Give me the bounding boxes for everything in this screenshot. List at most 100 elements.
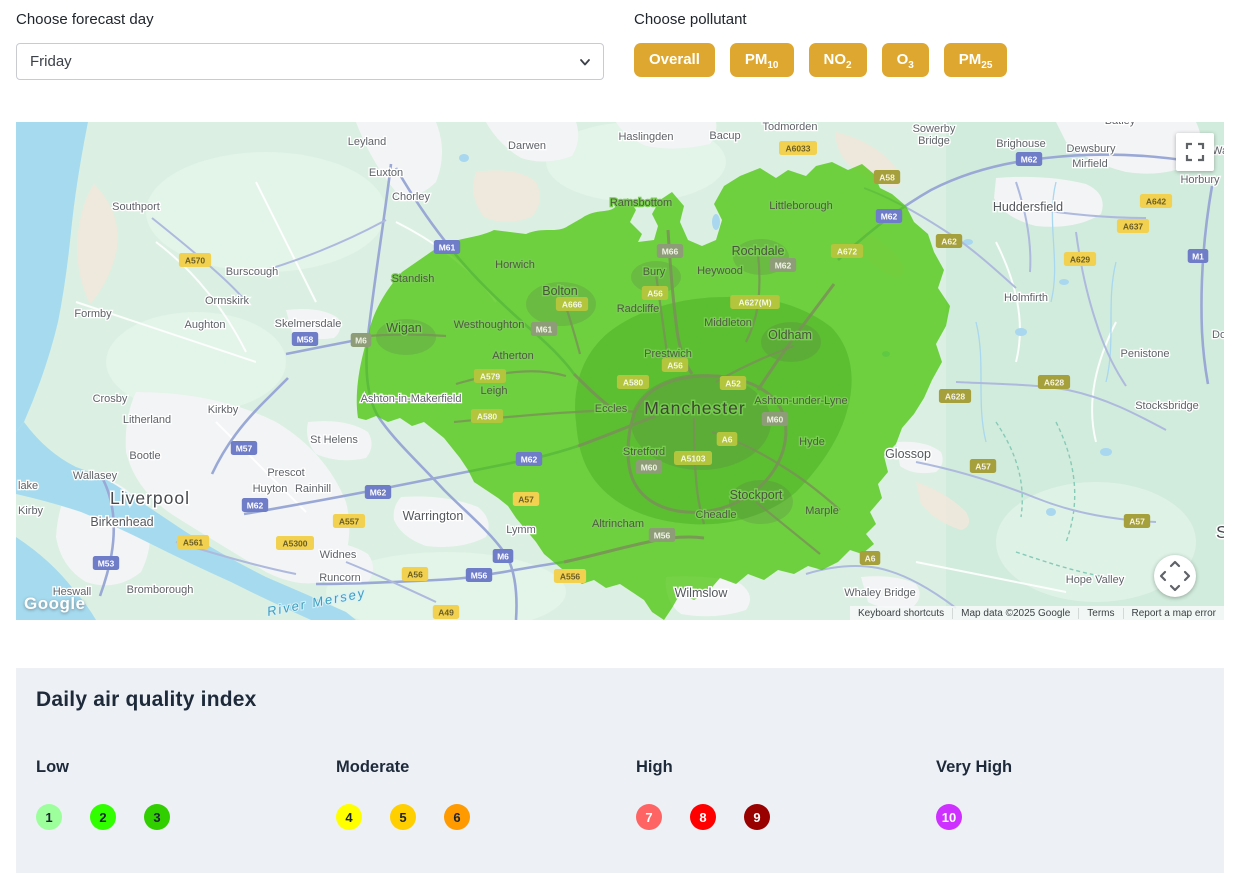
road-badge-label: M56 (654, 531, 671, 541)
road-badge-label: A557 (339, 517, 360, 527)
road-badge-label: A629 (1070, 255, 1091, 265)
road-badge-label: A52 (725, 379, 741, 389)
aqi-index-badge-3: 3 (144, 804, 170, 830)
map-town-label: Oldham (768, 328, 812, 342)
road-badge-label: M53 (98, 559, 115, 569)
pollutant-button-pm10[interactable]: PM10 (730, 43, 794, 77)
road-badge-label: A580 (623, 378, 644, 388)
pan-control[interactable] (1154, 555, 1196, 597)
map-town-label: Marple (805, 505, 839, 517)
road-badge-label: A6 (865, 554, 876, 564)
road-badge-label: A642 (1146, 197, 1167, 207)
map-town-label: Todmorden (762, 122, 817, 133)
fullscreen-button[interactable] (1176, 133, 1214, 171)
map-town-label: Dewsbury (1067, 143, 1116, 155)
map-town-label: Litherland (123, 414, 171, 426)
pollutant-button-o3[interactable]: O3 (882, 43, 929, 77)
map-town-label: Heywood (697, 265, 743, 277)
road-badge-label: A627(M) (738, 298, 771, 308)
road-badge-label: A637 (1123, 222, 1144, 232)
road-badge-label: A672 (837, 247, 858, 257)
pollutant-button-pm25[interactable]: PM25 (944, 43, 1008, 77)
aqi-group-high: High 789 (636, 758, 936, 830)
road-badge-label: A579 (480, 372, 501, 382)
pollutant-button-group: Overall PM10 NO2 O3 PM25 (634, 43, 1007, 77)
road-badge-label: A56 (407, 570, 423, 580)
map-town-label: Dodworth (1212, 329, 1224, 341)
map-town-label: Whaley Bridge (844, 587, 916, 599)
google-logo[interactable]: Google (24, 594, 86, 614)
aqi-index-badge-10: 10 (936, 804, 962, 830)
map-town-label: Leigh (481, 385, 508, 397)
map-town-label: Littleborough (769, 200, 833, 212)
map-town-label: St Helens (310, 434, 358, 446)
pollutant-button-overall[interactable]: Overall (634, 43, 715, 77)
aqi-index-badge-7: 7 (636, 804, 662, 830)
map-attribution: Keyboard shortcuts Map data ©2025 Google… (850, 606, 1224, 620)
terms-link[interactable]: Terms (1078, 608, 1122, 619)
road-badge-label: A57 (518, 495, 534, 505)
road-badge-label: M61 (536, 325, 553, 335)
map-town-label: Holmfirth (1004, 292, 1048, 304)
road-badge-label: A580 (477, 412, 498, 422)
map-town-label: Widnes (320, 549, 357, 561)
map-town-label: Rochdale (732, 244, 785, 258)
map-town-label: Bromborough (127, 584, 194, 596)
map-town-label: Formby (74, 308, 112, 320)
map-town-label: Batley (1105, 122, 1136, 127)
road-badge-label: M1 (1192, 252, 1204, 262)
map-town-label: Prescot (267, 467, 304, 479)
map-town-label: Leyland (348, 136, 387, 148)
road-badge-label: A666 (562, 300, 583, 310)
road-badge-label: A62 (941, 237, 957, 247)
road-badge-label: A556 (560, 572, 581, 582)
road-badge-label: A58 (879, 173, 895, 183)
map-town-label: Mirfield (1072, 158, 1107, 170)
road-badge-label: M56 (471, 571, 488, 581)
map-town-label: Hope Valley (1066, 574, 1125, 586)
report-map-error-link[interactable]: Report a map error (1123, 608, 1224, 619)
daily-air-quality-index-panel: Daily air quality index Low 123 Moderate… (16, 668, 1224, 873)
map-town-label: Wigan (386, 321, 421, 335)
road-badge-label: M62 (521, 455, 538, 465)
map-town-label: Euxton (369, 167, 403, 179)
pollutant-button-no2[interactable]: NO2 (809, 43, 867, 77)
road-badge-label: M62 (881, 212, 898, 222)
map-town-label: Penistone (1121, 348, 1170, 360)
road-badge-label: A561 (183, 538, 204, 548)
aqi-group-very-high: Very High 10 (936, 758, 1236, 830)
aqi-index-badge-5: 5 (390, 804, 416, 830)
map-town-label: Rainhill (295, 483, 331, 495)
map-town-label: Wallasey (73, 470, 118, 482)
keyboard-shortcuts-link[interactable]: Keyboard shortcuts (850, 608, 952, 619)
map-town-label: Bridge (918, 135, 950, 147)
map-town-label: Ramsbottom (610, 197, 672, 209)
road-badge-label: M60 (767, 415, 784, 425)
map-town-label: Liverpool (110, 488, 190, 508)
forecast-day-label: Choose forecast day (16, 11, 154, 28)
map-town-label: Crosby (93, 393, 128, 405)
road-badge-label: M6 (355, 336, 367, 346)
aqi-group-moderate: Moderate 456 (336, 758, 636, 830)
road-badge-label: M66 (662, 247, 679, 257)
aqi-index-badge-2: 2 (90, 804, 116, 830)
map-town-label: Huyton (253, 483, 288, 495)
road-badge-label: A6 (722, 435, 733, 445)
road-badge-label: M58 (297, 335, 314, 345)
road-badge-label: M62 (1021, 155, 1038, 165)
forecast-day-select[interactable]: Friday (16, 43, 604, 80)
map-town-label: Glossop (885, 447, 931, 461)
road-badge-label: M62 (370, 488, 387, 498)
map-town-label: Stockport (730, 488, 783, 502)
map-canvas[interactable]: M58M57M53M62M62M6M56M62M61M62M62M1A570A5… (16, 122, 1224, 620)
forecast-map[interactable]: M58M57M53M62M62M6M56M62M61M62M62M1A570A5… (16, 122, 1224, 620)
map-town-label: Bolton (542, 284, 577, 298)
road-badge-label: A57 (975, 462, 991, 472)
map-town-label: Runcorn (319, 572, 361, 584)
aqi-index-badge-8: 8 (690, 804, 716, 830)
map-town-label: Altrincham (592, 518, 644, 530)
road-badge-label: M57 (236, 444, 253, 454)
map-town-label: Skelmersdale (275, 318, 342, 330)
road-badge-label: A628 (945, 392, 966, 402)
aqi-panel-title: Daily air quality index (36, 688, 1224, 712)
